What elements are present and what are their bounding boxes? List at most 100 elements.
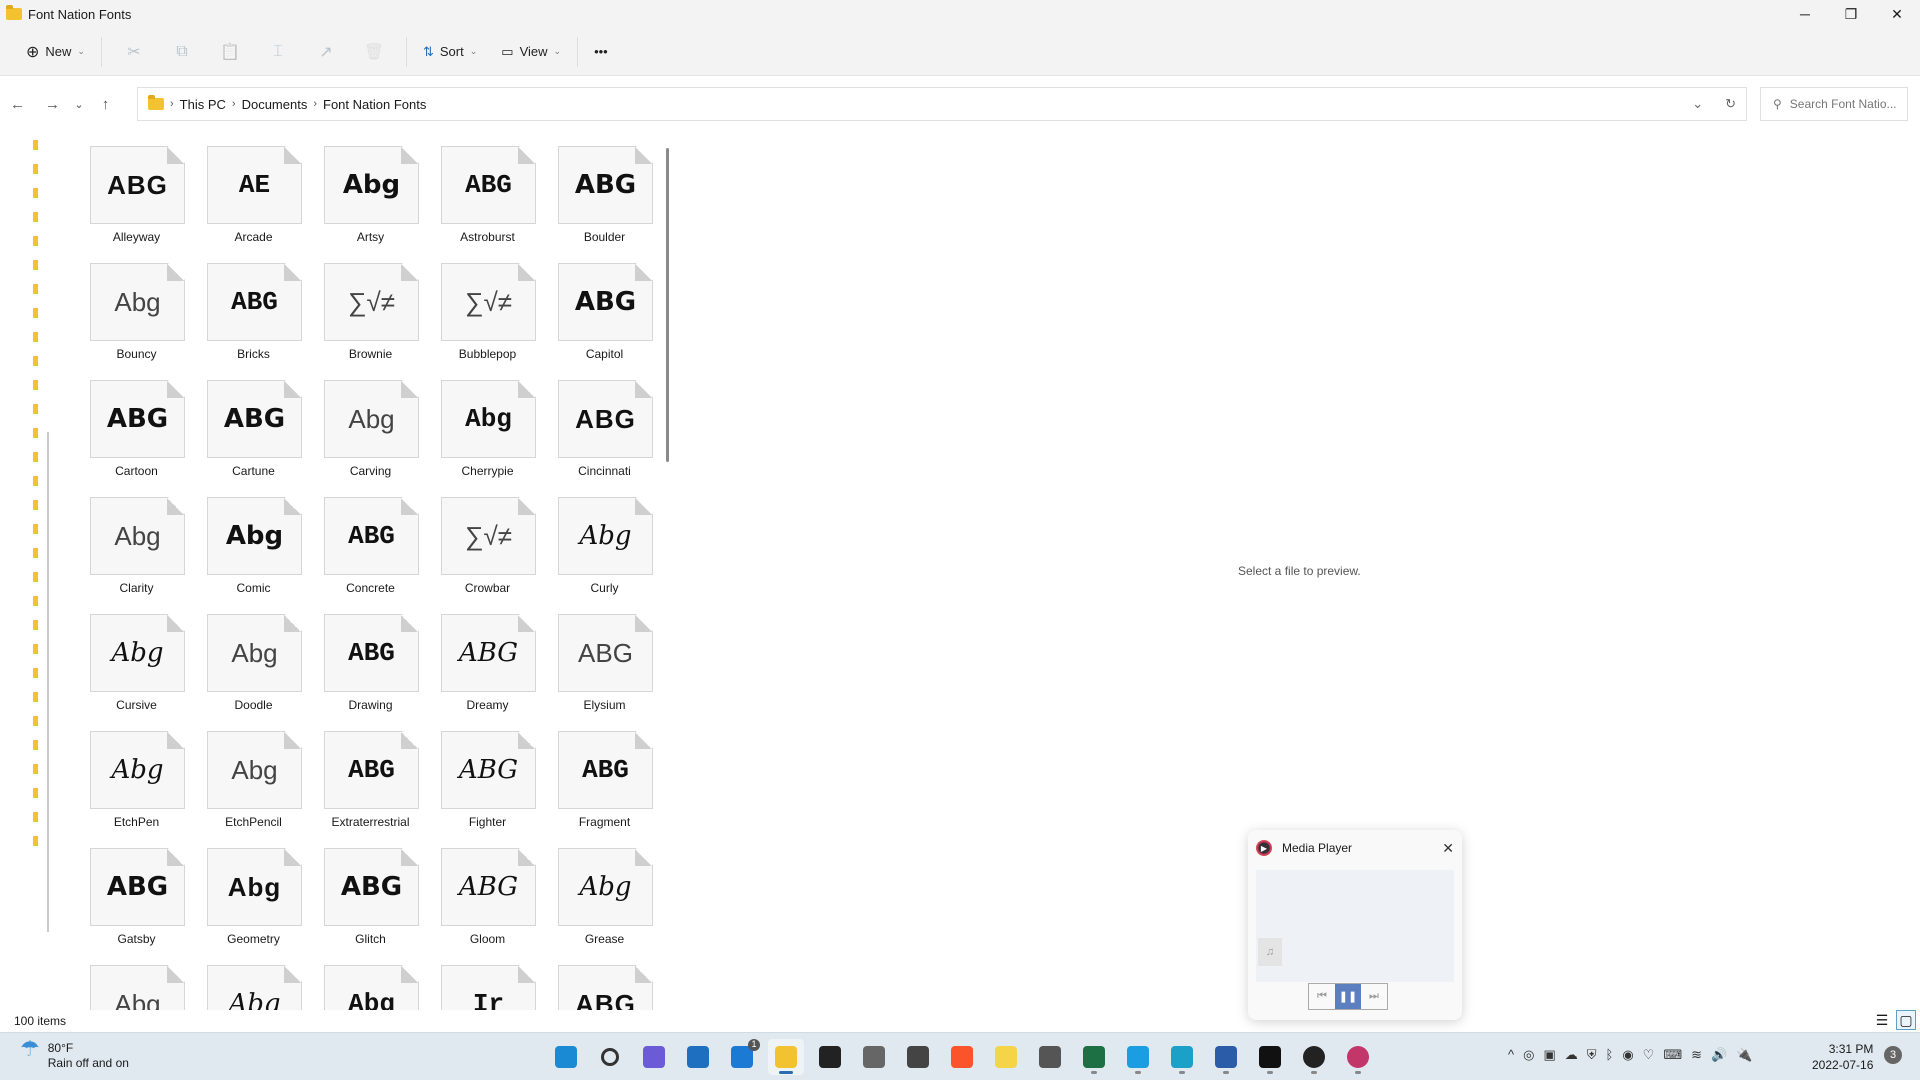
forward-button[interactable]: → — [35, 96, 70, 113]
quick-access-pin-icon[interactable] — [33, 404, 38, 414]
weather-widget[interactable]: ☂ 80°F Rain off and on — [20, 1038, 129, 1071]
file-item[interactable]: Abg Curly — [546, 483, 663, 600]
file-item[interactable]: Abg Grease — [546, 834, 663, 951]
quick-access-pin-icon[interactable] — [33, 212, 38, 222]
tray-icon[interactable]: ◎ — [1523, 1047, 1534, 1063]
minimize-button[interactable]: ─ — [1782, 0, 1828, 28]
paste-button[interactable]: 📋 — [206, 36, 254, 68]
quick-access-pin-icon[interactable] — [33, 740, 38, 750]
recent-locations-button[interactable]: ⌄ — [70, 98, 88, 111]
file-item[interactable]: ABG Fighter — [429, 717, 546, 834]
tray-icon[interactable]: ♡ — [1643, 1047, 1655, 1063]
file-item[interactable]: ABG Cincinnati — [546, 366, 663, 483]
taskbar-app-file-explorer[interactable] — [768, 1039, 804, 1075]
file-item[interactable]: Abg Bouncy — [78, 249, 195, 366]
file-item[interactable]: ABG Boulder — [546, 132, 663, 249]
file-item[interactable]: ABG Extraterrestrial — [312, 717, 429, 834]
taskbar-app-teams-chat[interactable] — [636, 1039, 672, 1075]
sort-button[interactable]: ⇅ Sort ⌄ — [415, 36, 485, 68]
quick-access-pin-icon[interactable] — [33, 140, 38, 150]
quick-access-pin-icon[interactable] — [33, 380, 38, 390]
taskbar-app-epic-games[interactable] — [812, 1039, 848, 1075]
navigation-pane[interactable] — [0, 132, 50, 1010]
quick-access-pin-icon[interactable] — [33, 596, 38, 606]
file-item[interactable]: ABG — [546, 951, 663, 1010]
notification-badge[interactable]: 3 — [1884, 1046, 1902, 1064]
back-button[interactable]: ← — [0, 96, 35, 113]
file-item[interactable]: ABG Glitch — [312, 834, 429, 951]
nav-pane-scrollbar[interactable] — [47, 432, 49, 932]
file-item[interactable]: ABG Capitol — [546, 249, 663, 366]
file-item[interactable]: Abg — [78, 951, 195, 1010]
quick-access-pin-icon[interactable] — [33, 452, 38, 462]
breadcrumb-this-pc[interactable]: This PC — [180, 97, 226, 112]
quick-access-pin-icon[interactable] — [33, 236, 38, 246]
file-item[interactable]: ABG Fragment — [546, 717, 663, 834]
file-item[interactable]: Abg Cherrypie — [429, 366, 546, 483]
tray-icon[interactable]: ◉ — [1622, 1047, 1633, 1063]
file-item[interactable]: Abg Geometry — [195, 834, 312, 951]
file-item[interactable]: Abg EtchPen — [78, 717, 195, 834]
copy-button[interactable]: ⧉ — [158, 36, 206, 68]
pause-button[interactable]: ❚❚ — [1335, 984, 1361, 1009]
tray-icon[interactable]: 🔊 — [1711, 1047, 1727, 1063]
file-item[interactable]: ABG Astroburst — [429, 132, 546, 249]
taskbar-app-store[interactable] — [680, 1039, 716, 1075]
taskbar-app-start[interactable] — [548, 1039, 584, 1075]
address-bar[interactable]: › This PC › Documents › Font Nation Fonts … — [137, 87, 1747, 121]
quick-access-pin-icon[interactable] — [33, 524, 38, 534]
file-item[interactable]: ABG Gatsby — [78, 834, 195, 951]
taskbar-app-media-player[interactable] — [1340, 1039, 1376, 1075]
file-item[interactable]: ABG Cartune — [195, 366, 312, 483]
file-item[interactable]: Abg Artsy — [312, 132, 429, 249]
media-player-preview[interactable]: ▶ Media Player ✕ ♫ ⏮ ❚❚ ⏭ — [1248, 830, 1462, 1020]
taskbar-app-edge-dev[interactable] — [1164, 1039, 1200, 1075]
quick-access-pin-icon[interactable] — [33, 548, 38, 558]
file-item[interactable]: ABG Dreamy — [429, 600, 546, 717]
file-item[interactable]: ABG Drawing — [312, 600, 429, 717]
quick-access-pin-icon[interactable] — [33, 620, 38, 630]
file-grid-scrollbar[interactable] — [666, 148, 669, 462]
new-button[interactable]: ⊕ New ⌄ — [18, 36, 93, 68]
file-item[interactable]: Abg Doodle — [195, 600, 312, 717]
quick-access-pin-icon[interactable] — [33, 308, 38, 318]
taskbar-app-sticky[interactable] — [988, 1039, 1024, 1075]
breadcrumb-documents[interactable]: Documents — [242, 97, 308, 112]
share-button[interactable]: ↗ — [302, 36, 350, 68]
quick-access-pin-icon[interactable] — [33, 668, 38, 678]
file-item[interactable]: Abg EtchPencil — [195, 717, 312, 834]
quick-access-pin-icon[interactable] — [33, 836, 38, 846]
rename-button[interactable]: ⌶ — [254, 36, 302, 68]
tray-icon[interactable]: 🔌 — [1736, 1047, 1752, 1063]
search-box[interactable]: ⚲ Search Font Natio... — [1760, 87, 1908, 121]
taskbar-app-brave[interactable] — [944, 1039, 980, 1075]
clock[interactable]: 3:31 PM 2022-07-16 — [1812, 1041, 1873, 1073]
delete-button[interactable]: 🗑 — [350, 36, 398, 68]
taskbar-app-unity-alt[interactable] — [900, 1039, 936, 1075]
taskbar-app-edge[interactable] — [1120, 1039, 1156, 1075]
up-button[interactable]: ↑ — [88, 96, 123, 113]
file-item[interactable]: ABG Gloom — [429, 834, 546, 951]
file-item[interactable]: ∑√≠ Crowbar — [429, 483, 546, 600]
taskbar-app-brave-like[interactable] — [856, 1039, 892, 1075]
more-options-button[interactable]: ••• — [586, 36, 616, 68]
file-item[interactable]: ∑√≠ Brownie — [312, 249, 429, 366]
file-item[interactable]: ABG Concrete — [312, 483, 429, 600]
close-preview-button[interactable]: ✕ — [1442, 840, 1454, 857]
quick-access-pin-icon[interactable] — [33, 356, 38, 366]
tray-icon[interactable]: ^ — [1508, 1047, 1514, 1063]
quick-access-pin-icon[interactable] — [33, 260, 38, 270]
quick-access-pin-icon[interactable] — [33, 476, 38, 486]
file-item[interactable]: Abg Comic — [195, 483, 312, 600]
file-item[interactable]: Abg Cursive — [78, 600, 195, 717]
file-item[interactable]: Abg Clarity — [78, 483, 195, 600]
file-item[interactable]: Abg — [195, 951, 312, 1010]
file-item[interactable]: ABG Cartoon — [78, 366, 195, 483]
tray-icon[interactable]: ⌨ — [1663, 1047, 1682, 1063]
refresh-icon[interactable]: ↻ — [1725, 96, 1736, 112]
file-item[interactable]: ABG Elysium — [546, 600, 663, 717]
file-item[interactable]: AE Arcade — [195, 132, 312, 249]
file-item[interactable]: Ir — [429, 951, 546, 1010]
maximize-button[interactable]: ❐ — [1828, 0, 1874, 28]
quick-access-pin-icon[interactable] — [33, 164, 38, 174]
